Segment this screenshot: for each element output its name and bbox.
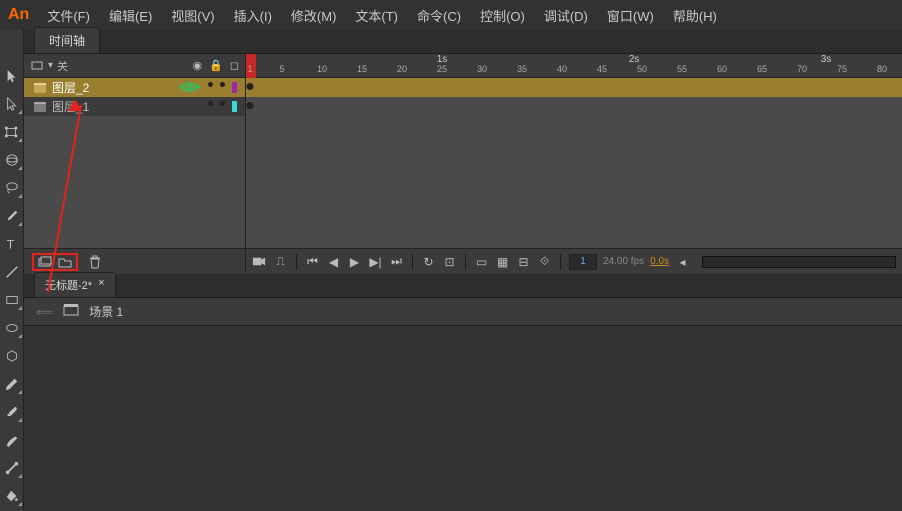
keyframe[interactable] bbox=[247, 83, 254, 90]
scene-name[interactable]: 场景 1 bbox=[89, 303, 123, 320]
lock-header-icon[interactable]: 🔒 bbox=[209, 59, 223, 72]
rectangle-tool[interactable] bbox=[1, 289, 23, 311]
modify-markers-icon[interactable]: ⟐ bbox=[537, 254, 552, 269]
menu-edit[interactable]: 编辑(E) bbox=[109, 6, 152, 25]
camera-icon[interactable] bbox=[252, 254, 267, 269]
tools-panel: T bbox=[0, 30, 24, 511]
track-row[interactable] bbox=[246, 78, 902, 97]
menu-command[interactable]: 命令(C) bbox=[417, 6, 461, 25]
ruler-frame-label: 75 bbox=[837, 64, 847, 74]
menu-help[interactable]: 帮助(H) bbox=[673, 6, 717, 25]
fps-label: 24.00 fps bbox=[603, 256, 644, 267]
center-frame-icon[interactable]: ⎍ bbox=[273, 254, 288, 269]
timeline-scrollbar[interactable] bbox=[702, 256, 896, 268]
delete-layer-icon[interactable] bbox=[88, 255, 102, 269]
bone-tool[interactable] bbox=[1, 457, 23, 479]
menu-file[interactable]: 文件(F) bbox=[47, 6, 90, 25]
app-logo: An bbox=[8, 6, 29, 24]
annotation-arrow-head bbox=[68, 92, 82, 111]
timeline-tracks[interactable] bbox=[246, 78, 902, 248]
menu-control[interactable]: 控制(O) bbox=[480, 6, 525, 25]
ruler-frame-label: 70 bbox=[797, 64, 807, 74]
current-frame-field[interactable]: 1 bbox=[569, 254, 597, 270]
free-transform-tool[interactable] bbox=[1, 121, 23, 143]
selection-tool[interactable] bbox=[1, 65, 23, 87]
outline-color-swatch[interactable] bbox=[232, 82, 237, 93]
ruler-frame-label: 40 bbox=[557, 64, 567, 74]
ruler-frame-label: 55 bbox=[677, 64, 687, 74]
prev-frame-icon[interactable]: ◀ bbox=[326, 254, 341, 269]
outline-header-icon[interactable]: ◻ bbox=[230, 59, 239, 72]
menu-insert[interactable]: 插入(I) bbox=[234, 6, 272, 25]
ruler-frame-label: 20 bbox=[397, 64, 407, 74]
first-frame-icon[interactable]: ⏮ bbox=[305, 254, 320, 269]
loop-icon[interactable]: ↻ bbox=[421, 254, 436, 269]
document-tab[interactable]: 无标题-2* × bbox=[34, 272, 116, 297]
ruler-frame-label: 5 bbox=[279, 64, 284, 74]
new-folder-icon[interactable] bbox=[58, 256, 72, 268]
paint-brush-tool[interactable] bbox=[1, 429, 23, 451]
line-tool[interactable] bbox=[1, 261, 23, 283]
oval-tool[interactable] bbox=[1, 317, 23, 339]
ruler-frame-label: 25 bbox=[437, 64, 447, 74]
ruler-frame-label: 65 bbox=[757, 64, 767, 74]
edit-multiple-frames-icon[interactable]: ▦ bbox=[495, 254, 510, 269]
svg-text:T: T bbox=[6, 237, 14, 251]
timeline-ruler[interactable]: 1s 2s 3s 1 5 10 15 20 25 30 35 40 45 50 … bbox=[246, 54, 902, 78]
ruler-frame-label: 80 bbox=[877, 64, 887, 74]
ruler-frame-label: 60 bbox=[717, 64, 727, 74]
menu-window[interactable]: 窗口(W) bbox=[607, 6, 654, 25]
3d-rotation-tool[interactable] bbox=[1, 149, 23, 171]
onion-skin-icon[interactable]: ⊡ bbox=[442, 254, 457, 269]
elapsed-time-label: 0.0s bbox=[650, 256, 669, 267]
menu-text[interactable]: 文本(T) bbox=[355, 6, 398, 25]
layer-options-icon[interactable] bbox=[30, 60, 44, 72]
menu-bar: 文件(F) 编辑(E) 视图(V) 插入(I) 修改(M) 文本(T) 命令(C… bbox=[47, 6, 717, 25]
tween-indicator-icon bbox=[178, 82, 201, 93]
layer-row-1[interactable]: 图层_1 bbox=[24, 97, 245, 116]
text-tool[interactable]: T bbox=[1, 233, 23, 255]
pencil-tool[interactable] bbox=[1, 373, 23, 395]
ruler-frame-label: 50 bbox=[637, 64, 647, 74]
lasso-tool[interactable] bbox=[1, 177, 23, 199]
last-frame-icon[interactable]: ⏭ bbox=[389, 254, 404, 269]
marker-icon[interactable]: ⊟ bbox=[516, 254, 531, 269]
menu-debug[interactable]: 调试(D) bbox=[544, 6, 588, 25]
tab-timeline[interactable]: 时间轴 bbox=[34, 27, 100, 53]
close-tab-icon[interactable]: × bbox=[98, 277, 104, 293]
ruler-frame-label: 45 bbox=[597, 64, 607, 74]
scene-icon bbox=[63, 303, 79, 320]
keyframe[interactable] bbox=[247, 102, 254, 109]
layer-icon bbox=[34, 102, 46, 112]
ruler-frame-label: 30 bbox=[477, 64, 487, 74]
menu-view[interactable]: 视图(V) bbox=[171, 6, 214, 25]
ruler-second-label: 3s bbox=[821, 54, 832, 65]
polystar-tool[interactable] bbox=[1, 345, 23, 367]
visibility-header-icon[interactable]: ◉ bbox=[193, 59, 203, 72]
play-icon[interactable]: ▶ bbox=[347, 254, 362, 269]
brush-tool[interactable] bbox=[1, 401, 23, 423]
pen-tool[interactable] bbox=[1, 205, 23, 227]
next-frame-icon[interactable]: ▶| bbox=[368, 254, 383, 269]
ruler-frame-label: 10 bbox=[317, 64, 327, 74]
back-icon[interactable]: ⟸ bbox=[36, 305, 53, 319]
scroll-left-icon[interactable]: ◂ bbox=[675, 254, 690, 269]
paint-bucket-tool[interactable] bbox=[1, 485, 23, 507]
document-tab-label: 无标题-2* bbox=[45, 277, 92, 293]
ruler-frame-label: 1 bbox=[247, 64, 252, 74]
ruler-frame-label: 15 bbox=[357, 64, 367, 74]
track-row[interactable] bbox=[246, 97, 902, 116]
layer-icon bbox=[34, 83, 46, 93]
layer-row-2[interactable]: 图层_2 bbox=[24, 78, 245, 97]
ruler-frame-label: 35 bbox=[517, 64, 527, 74]
outline-color-swatch[interactable] bbox=[232, 101, 237, 112]
onion-skin-outlines-icon[interactable]: ▭ bbox=[474, 254, 489, 269]
layers-head-label: 关 bbox=[57, 58, 68, 74]
subselection-tool[interactable] bbox=[1, 93, 23, 115]
menu-modify[interactable]: 修改(M) bbox=[291, 6, 337, 25]
new-layer-icon[interactable] bbox=[38, 256, 52, 268]
